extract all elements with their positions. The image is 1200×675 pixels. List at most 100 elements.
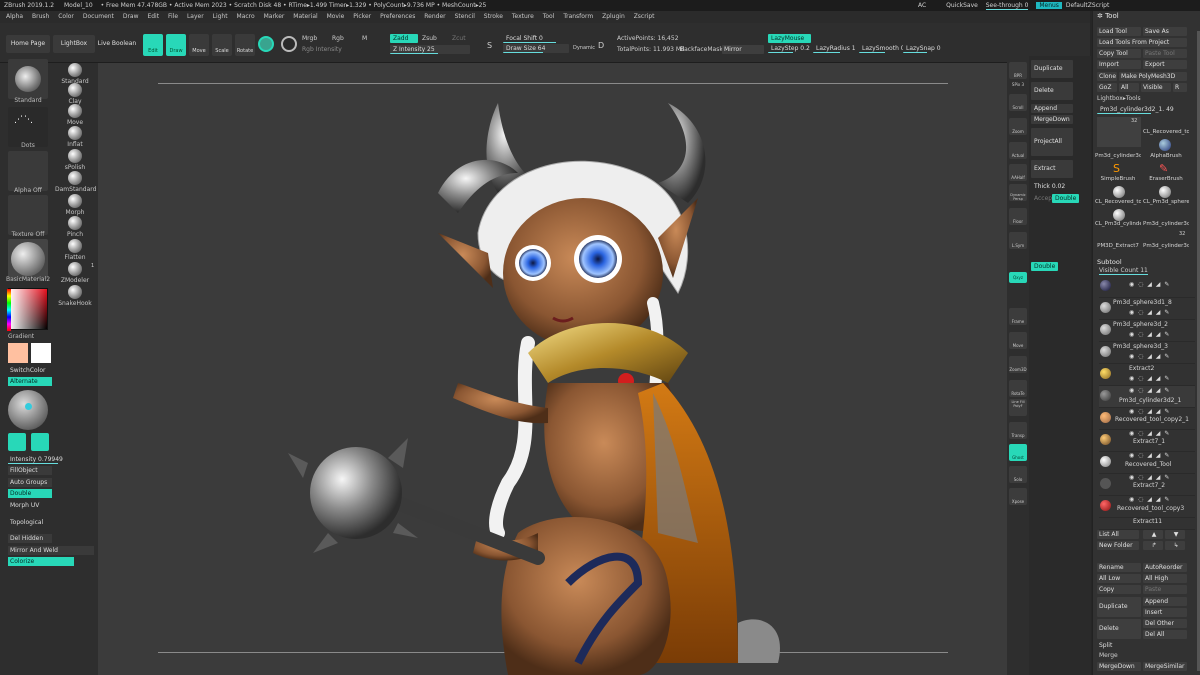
sphere-tool-icon[interactable] bbox=[1113, 186, 1125, 198]
menu-material[interactable]: Material bbox=[293, 13, 317, 20]
menu-color[interactable]: Color bbox=[58, 13, 74, 20]
thick-slider[interactable]: Thick 0.02 bbox=[1031, 182, 1073, 191]
spix-slider[interactable]: SPix 3 bbox=[1009, 81, 1027, 91]
sphere-tool-icon-2[interactable] bbox=[1159, 186, 1171, 198]
switch-color-button[interactable]: SwitchColor bbox=[8, 366, 52, 375]
sphere-icon[interactable] bbox=[258, 36, 274, 52]
rotate-mode-button[interactable]: Rotate bbox=[235, 34, 255, 56]
split-menu[interactable]: Split bbox=[1097, 641, 1141, 650]
brush-inflat[interactable]: Inflat bbox=[55, 126, 95, 148]
fill-object-button[interactable]: FillObject bbox=[8, 466, 52, 475]
zcut-toggle[interactable]: Zcut bbox=[452, 35, 466, 42]
dynamic-toggle[interactable]: Dynamic bbox=[573, 45, 595, 51]
lazymouse-toggle[interactable]: LazyMouse bbox=[768, 34, 811, 43]
subtool-eye-icon[interactable]: ◉ ◌ ◢ ◢ ✎ bbox=[1129, 387, 1170, 394]
edit-mode-button[interactable]: Edit bbox=[143, 34, 163, 56]
zoom-button[interactable]: Zoom bbox=[1009, 118, 1027, 135]
menu-edit[interactable]: Edit bbox=[147, 13, 159, 20]
home-page-button[interactable]: Home Page bbox=[6, 35, 50, 53]
brush-pinch[interactable]: Pinch bbox=[55, 216, 95, 238]
move-mode-button[interactable]: Move bbox=[189, 34, 209, 56]
mrgb-toggle[interactable]: Mrgb bbox=[302, 35, 317, 42]
save-as-button[interactable]: Save As bbox=[1143, 27, 1187, 36]
menu-marker[interactable]: Marker bbox=[264, 13, 285, 20]
duplicate-subtool-button[interactable]: Duplicate bbox=[1097, 597, 1141, 617]
stroke-thumb[interactable]: ⋰⋱ bbox=[8, 107, 48, 147]
menu-brush[interactable]: Brush bbox=[32, 13, 49, 20]
ac-button[interactable]: AC bbox=[918, 2, 926, 9]
merge-down-subtool-button[interactable]: MergeDown bbox=[1097, 662, 1141, 671]
rename-button[interactable]: Rename bbox=[1097, 563, 1141, 572]
xpose-button[interactable]: Xpose bbox=[1009, 488, 1027, 505]
linefill-button[interactable]: Line Fill PolyF bbox=[1009, 399, 1027, 416]
menu-texture[interactable]: Texture bbox=[512, 13, 534, 20]
move-view-button[interactable]: Move bbox=[1009, 332, 1027, 349]
subtool-row-5-selected[interactable]: Pm3d_cylinder3d2_1 ◉ ◌ ◢ ◢ ✎ bbox=[1099, 386, 1195, 408]
alphabrush-icon[interactable] bbox=[1159, 139, 1171, 151]
project-all-button[interactable]: ProjectAll bbox=[1031, 128, 1073, 156]
import-button[interactable]: Import bbox=[1097, 60, 1141, 69]
paste-tool-button[interactable]: Paste Tool bbox=[1143, 49, 1187, 58]
copy-subtool-button[interactable]: Copy bbox=[1097, 585, 1141, 594]
menu-render[interactable]: Render bbox=[424, 13, 445, 20]
load-tool-button[interactable]: Load Tool bbox=[1097, 27, 1141, 36]
current-brush-thumb[interactable] bbox=[8, 59, 48, 99]
menu-light[interactable]: Light bbox=[213, 13, 228, 20]
subtool-row-4[interactable]: Extract2 ◉ ◌ ◢ ◢ ✎ bbox=[1099, 364, 1195, 386]
menus-toggle[interactable]: Menus bbox=[1036, 2, 1062, 9]
seethrough-slider[interactable]: See-through 0 bbox=[985, 2, 1029, 10]
paste-subtool-button[interactable]: Paste bbox=[1143, 585, 1187, 594]
all-low-button[interactable]: All Low bbox=[1097, 574, 1141, 583]
focal-shift-slider[interactable]: Focal Shift 0 bbox=[503, 34, 591, 43]
subtool-header[interactable]: Subtool bbox=[1097, 258, 1122, 266]
hue-strip[interactable] bbox=[7, 289, 11, 331]
subtool-eye-icon[interactable]: ◉ ◌ ◢ ◢ ✎ bbox=[1129, 496, 1170, 503]
bpr-button[interactable]: BPR bbox=[1009, 62, 1027, 79]
move-up-arrow-icon[interactable]: ▲ bbox=[1143, 530, 1163, 539]
zoom3d-button[interactable]: Zoom3D bbox=[1009, 356, 1027, 373]
subtool-eye-icon[interactable]: ◉ ◌ ◢ ◢ ✎ bbox=[1129, 430, 1170, 437]
insert-subtool-button[interactable]: Insert bbox=[1143, 608, 1187, 617]
subtool-row-6[interactable]: Recovered_tool_copy2_1 ◉ ◌ ◢ ◢ ✎ bbox=[1099, 408, 1195, 430]
default-zscript[interactable]: DefaultZScript bbox=[1066, 2, 1109, 9]
merge-header[interactable]: Merge bbox=[1099, 652, 1118, 659]
make-polymesh-button[interactable]: Make PolyMesh3D bbox=[1119, 72, 1187, 81]
actual-button[interactable]: Actual bbox=[1009, 142, 1027, 159]
goz-r-button[interactable]: R bbox=[1173, 83, 1187, 92]
subtool-row-8[interactable]: Recovered_Tool ◉ ◌ ◢ ◢ ✎ bbox=[1099, 452, 1195, 474]
del-hidden-button[interactable]: Del Hidden bbox=[8, 534, 52, 543]
rotate-view-button[interactable]: RotaTe bbox=[1009, 380, 1027, 397]
brush-clay[interactable]: Clay bbox=[55, 83, 95, 105]
brush-move[interactable]: Move bbox=[55, 104, 95, 126]
intensity-slider[interactable]: Intensity 0.79949 bbox=[8, 455, 63, 464]
new-folder-button[interactable]: New Folder bbox=[1097, 541, 1139, 550]
mirror-and-weld-button[interactable]: Mirror And Weld bbox=[8, 546, 94, 555]
mask-brush-icon[interactable] bbox=[8, 433, 26, 451]
subtool-row-11[interactable]: Extract11 bbox=[1099, 518, 1195, 530]
colorize-toggle[interactable]: Colorize bbox=[8, 557, 74, 566]
lazysnap-slider[interactable]: LazySnap 0 bbox=[903, 44, 943, 53]
merge-similar-button[interactable]: MergeSimilar bbox=[1143, 662, 1187, 671]
viewport-canvas[interactable] bbox=[98, 63, 1007, 675]
material-thumb[interactable] bbox=[8, 239, 48, 279]
rgb-intensity-slider[interactable]: Rgb Intensity bbox=[302, 46, 342, 53]
del-other-button[interactable]: Del Other bbox=[1143, 619, 1187, 628]
subtool-eye-icon[interactable]: ◉ ◌ ◢ ◢ ✎ bbox=[1129, 281, 1170, 288]
subtool-eye-icon[interactable]: ◉ ◌ ◢ ◢ ✎ bbox=[1129, 353, 1170, 360]
double-mid-toggle[interactable]: Double bbox=[1031, 262, 1059, 271]
m-toggle[interactable]: M bbox=[362, 35, 367, 42]
menu-macro[interactable]: Macro bbox=[237, 13, 255, 20]
alternate-toggle[interactable]: Alternate bbox=[8, 377, 52, 386]
current-tool-slider[interactable]: Pm3d_cylinder3d2_1. 49 bbox=[1097, 105, 1187, 114]
backface-mask-toggle[interactable]: BackfaceMask bbox=[680, 46, 723, 53]
subtool-eye-icon[interactable]: ◉ ◌ ◢ ◢ ✎ bbox=[1129, 309, 1170, 316]
subtool-eye-icon[interactable]: ◉ ◌ ◢ ◢ ✎ bbox=[1129, 331, 1170, 338]
subtool-row-10[interactable]: Recovered_tool_copy3 ◉ ◌ ◢ ◢ ✎ bbox=[1099, 496, 1195, 518]
menu-alpha[interactable]: Alpha bbox=[6, 13, 23, 20]
simplebrush-icon[interactable]: S bbox=[1113, 163, 1125, 175]
goz-visible-button[interactable]: Visible bbox=[1141, 83, 1171, 92]
clone-button[interactable]: Clone bbox=[1097, 72, 1117, 81]
eraserbrush-icon[interactable]: ✎ bbox=[1159, 163, 1171, 175]
quicksave-button[interactable]: QuickSave bbox=[946, 2, 978, 9]
zsub-toggle[interactable]: Zsub bbox=[422, 35, 437, 42]
